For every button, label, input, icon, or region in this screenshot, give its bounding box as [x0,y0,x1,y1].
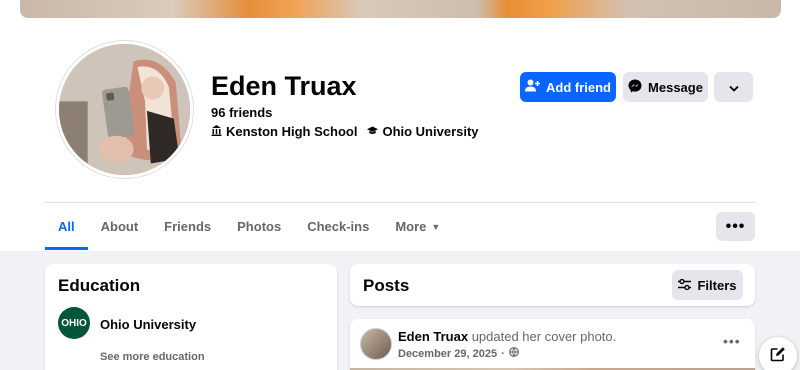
post-card: Eden Truax updated her cover photo. Dece… [350,319,755,370]
tab-photos[interactable]: Photos [224,203,294,250]
education-title: Education [58,276,141,295]
university-name[interactable]: Ohio University [382,124,478,139]
university-item: Ohio University [367,124,479,139]
chevron-down-icon [728,80,739,95]
education-card: Education OHIO Ohio University See more … [45,264,337,370]
compose-message-button[interactable] [759,337,797,370]
message-label: Message [648,79,703,95]
education-school[interactable]: Ohio University [100,317,196,332]
message-button[interactable]: Message [623,72,708,102]
high-school-item: Kenston High School [211,124,357,139]
add-friend-label: Add friend [546,79,611,95]
filter-sliders-icon [678,278,692,293]
tab-more[interactable]: More ▼ [382,203,453,250]
compose-icon [770,346,786,367]
graduation-cap-icon [367,125,379,139]
caret-down-icon: ▼ [431,221,441,232]
messenger-icon [628,79,642,96]
dot-separator: · [501,347,505,360]
tab-about[interactable]: About [88,203,152,250]
cover-photo[interactable] [20,0,781,18]
logo-text: OHIO [61,317,87,329]
more-dots-icon: ••• [725,217,746,235]
tab-all[interactable]: All [45,203,88,250]
post-author[interactable]: Eden Truax [398,329,468,344]
tab-check-ins[interactable]: Check-ins [294,203,382,250]
filters-label: Filters [697,277,737,293]
profile-intro: Kenston High School Ohio University [211,124,479,139]
post-meta: December 29, 2025 · [398,347,519,360]
friends-count[interactable]: 96 friends [211,105,272,120]
post-author-avatar[interactable] [360,328,392,360]
post-headline: Eden Truax updated her cover photo. [398,329,616,344]
profile-options-button[interactable]: ••• [716,212,755,241]
add-friend-button[interactable]: Add friend [520,72,616,102]
profile-photo [59,44,190,175]
ohio-university-logo[interactable]: OHIO [58,307,90,339]
profile-avatar[interactable] [56,41,193,178]
add-person-icon [525,79,540,95]
see-more-education-link[interactable]: See more education [100,351,205,363]
more-actions-button[interactable] [714,72,753,102]
posts-title: Posts [363,276,410,295]
profile-name: Eden Truax [211,71,357,101]
high-school-name[interactable]: Kenston High School [226,124,357,139]
globe-icon [508,347,519,360]
tab-friends[interactable]: Friends [151,203,224,250]
post-date[interactable]: December 29, 2025 [398,348,497,360]
profile-header: Eden Truax 96 friends Kenston High Schoo… [0,0,800,251]
post-action: updated her cover photo. [471,329,617,344]
school-building-icon [211,124,222,139]
profile-tabs: All About Friends Photos Check-ins More … [45,203,453,250]
post-options-button[interactable]: ••• [723,333,741,349]
filters-button[interactable]: Filters [672,270,743,300]
tab-more-label: More [395,219,427,234]
posts-header-card: Posts Filters [350,264,755,306]
